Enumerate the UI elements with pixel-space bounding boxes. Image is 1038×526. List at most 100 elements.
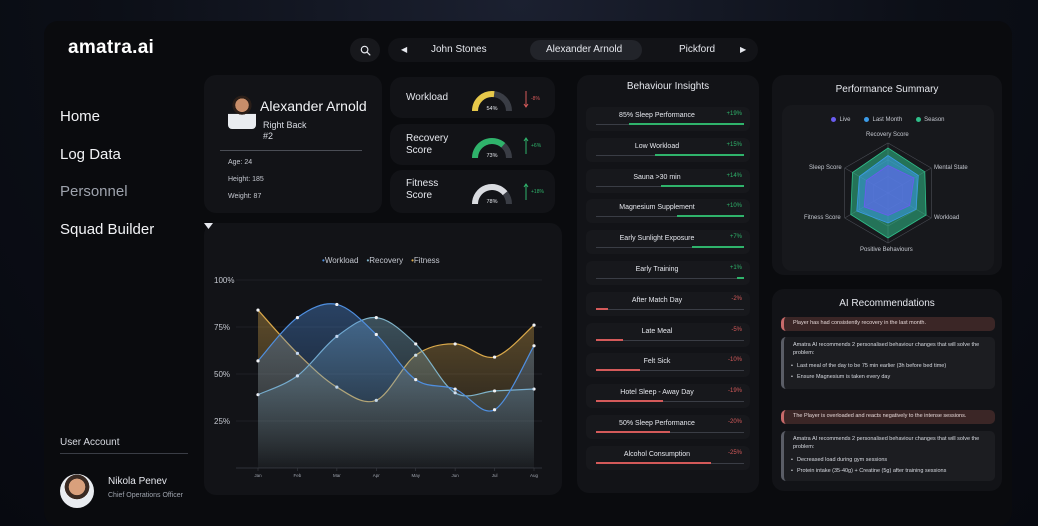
behaviour-impact-bar	[596, 400, 663, 403]
data-point[interactable]	[295, 316, 300, 320]
radar-panel: Live Last Month Season Recovery Score Me…	[782, 105, 994, 271]
data-point[interactable]	[256, 308, 260, 312]
behaviour-row[interactable]: Late Meal -5%	[586, 322, 750, 347]
behaviour-row[interactable]: After Match Day -2%	[586, 291, 750, 316]
player-number: #2	[263, 131, 274, 141]
behaviour-value: +14%	[726, 172, 742, 179]
behaviour-label: Early Training	[635, 266, 679, 273]
behaviour-row[interactable]: 85% Sleep Performance +19%	[586, 107, 750, 131]
ai-alert-1[interactable]: Player has had consistently recovery in …	[781, 317, 995, 331]
behaviour-row[interactable]: Hotel Sleep - Away Day -19%	[586, 384, 750, 409]
behaviour-row[interactable]: Sauna >30 min +14%	[586, 168, 750, 193]
data-point[interactable]	[492, 355, 497, 359]
data-point[interactable]	[414, 342, 418, 346]
player-tab-current[interactable]: Alexander Arnold	[546, 38, 622, 62]
data-point[interactable]	[414, 378, 418, 382]
radar-axis-recovery: Recovery Score	[866, 132, 909, 138]
ai-rec-1-bullet-2: Ensure Magnesium is taken every day	[791, 374, 890, 380]
player-height: Height: 185	[228, 176, 264, 183]
behaviour-impact-bar	[692, 246, 744, 249]
metric-card-fitness-score[interactable]: Fitness Score 78% +18%	[390, 170, 555, 213]
data-point[interactable]	[374, 332, 378, 337]
ai-rec-2-intro: Amatra AI recommends 2 personalised beha…	[793, 436, 980, 450]
x-tick-label: Jul	[492, 473, 498, 478]
ai-recommendation-2[interactable]: Amatra AI recommends 2 personalised beha…	[781, 431, 995, 481]
behaviour-label: Alcohol Consumption	[623, 450, 691, 458]
metric-delta: +6%	[531, 143, 542, 149]
metric-card-workload[interactable]: Workload 54% -8%	[390, 77, 555, 118]
x-tick-label: Jun	[452, 473, 460, 478]
player-switcher: ◀ John Stones Alexander Arnold Pickford …	[388, 38, 758, 62]
ai-recommendations-card: AI Recommendations Player has had consis…	[772, 289, 1002, 491]
ai-recommendation-1[interactable]: Amatra AI recommends 2 personalised beha…	[781, 337, 995, 389]
data-point[interactable]	[492, 389, 497, 393]
behaviour-value: -25%	[727, 449, 742, 456]
metric-label: Workload	[406, 92, 449, 103]
radar-axis-positive: Positive Behaviours	[860, 247, 913, 253]
gauge-value: 78%	[486, 199, 497, 205]
player-name: Alexander Arnold	[260, 98, 367, 114]
x-tick-label: Aug	[530, 473, 539, 478]
behaviour-label: Felt Sick	[643, 358, 671, 366]
metric-card-recovery-score[interactable]: Recovery Score 73% +6%	[390, 124, 555, 165]
gauge-value: 73%	[486, 153, 497, 159]
behaviour-row[interactable]: 50% Sleep Performance -20%	[586, 415, 750, 439]
ai-rec-2-bullet-1: Decreased load during gym sessions	[791, 457, 887, 463]
behaviour-insights-title: Behaviour Insights	[626, 81, 710, 92]
behaviour-impact-bar	[596, 307, 608, 310]
nav-item-squad-builder[interactable]: Squad Builder	[60, 220, 154, 258]
ai-alert-2[interactable]: The Player is overloaded and reacts nega…	[781, 410, 995, 424]
behaviour-value: +1%	[729, 265, 742, 271]
behaviour-label: Low Workload	[634, 142, 680, 150]
ai-recommendations-title: AI Recommendations	[839, 298, 935, 309]
nav-item-home[interactable]: Home	[60, 107, 154, 145]
behaviour-value: -2%	[731, 295, 742, 302]
behaviour-impact-bar	[736, 277, 744, 279]
user-account-label: User Account	[60, 437, 120, 448]
player-position: Right Back	[263, 120, 307, 130]
behaviour-row[interactable]: Early Sunlight Exposure +7%	[586, 230, 750, 255]
behaviour-row[interactable]: Felt Sick -10%	[586, 353, 750, 378]
behaviour-value: -20%	[727, 419, 742, 425]
player-tab-prev[interactable]: John Stones	[431, 38, 487, 62]
behaviour-impact-bar	[596, 461, 712, 464]
radar-axis-fitness: Fitness Score	[804, 215, 841, 221]
nav-item-personnel[interactable]: Personnel	[60, 182, 154, 220]
data-point[interactable]	[453, 342, 457, 346]
user-avatar[interactable]	[60, 474, 94, 508]
behaviour-row[interactable]: Magnesium Supplement +10%	[586, 199, 750, 224]
app-window: amatra.ai Home Log Data Personnel Squad …	[44, 21, 1012, 526]
nav-item-log-data[interactable]: Log Data	[60, 145, 154, 183]
radar-axis-workload: Workload	[934, 215, 960, 221]
app-logo[interactable]: amatra.ai	[68, 37, 154, 59]
arrow-down-icon	[523, 91, 529, 108]
data-point[interactable]	[492, 408, 497, 412]
data-point[interactable]	[532, 323, 536, 327]
behaviour-value: -19%	[727, 388, 742, 395]
data-point[interactable]	[374, 316, 378, 320]
data-point[interactable]	[453, 387, 457, 391]
metric-delta: +18%	[531, 189, 544, 195]
player-tab-next[interactable]: Pickford	[679, 38, 715, 62]
metric-label: Fitness Score	[406, 178, 439, 201]
behaviour-value: -5%	[731, 326, 742, 333]
behaviour-impact-bar	[677, 215, 744, 218]
data-point[interactable]	[532, 344, 536, 348]
behaviour-track	[596, 308, 744, 310]
behaviour-row[interactable]: Alcohol Consumption -25%	[586, 445, 750, 470]
next-player-arrow-icon[interactable]: ▶	[740, 38, 746, 62]
behaviour-row[interactable]: Early Training +1%	[586, 261, 750, 285]
arrow-up-icon	[523, 183, 529, 200]
x-tick-label: Feb	[294, 473, 302, 478]
data-point[interactable]	[335, 302, 339, 307]
search-button[interactable]	[350, 38, 380, 62]
behaviour-row[interactable]: Low Workload +15%	[586, 137, 750, 162]
behaviour-label: Magnesium Supplement	[619, 204, 695, 212]
prev-player-arrow-icon[interactable]: ◀	[401, 38, 407, 62]
behaviour-impact-bar	[596, 369, 641, 372]
data-point[interactable]	[256, 359, 260, 363]
y-tick-label: 25%	[214, 417, 230, 426]
user-name[interactable]: Nikola Penev	[108, 476, 167, 487]
behaviour-impact-bar	[628, 123, 744, 125]
behaviour-impact-bar	[596, 338, 623, 341]
